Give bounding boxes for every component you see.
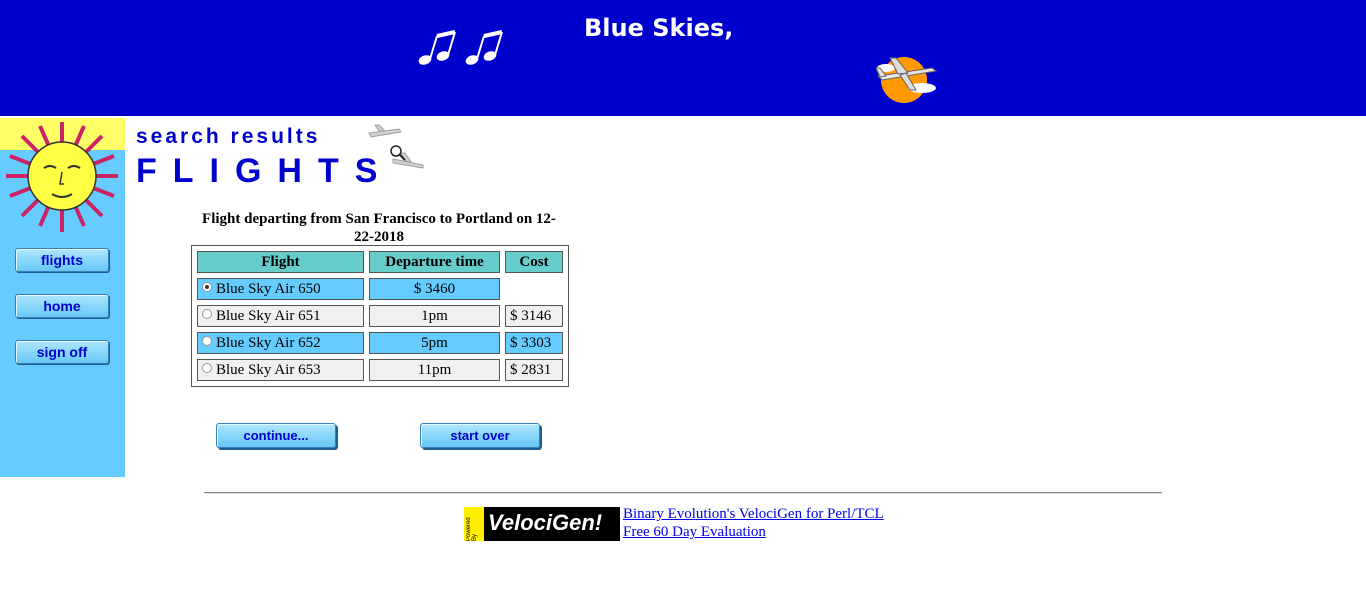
flight-cell[interactable]: Blue Sky Air 652 — [197, 332, 364, 354]
table-header-row: Flight Departure time Cost — [197, 251, 563, 273]
table-row[interactable]: Blue Sky Air 651 1pm $ 3146 — [197, 305, 563, 327]
continue-button[interactable]: continue... — [216, 423, 336, 448]
evaluation-link[interactable]: Free 60 Day Evaluation — [623, 524, 766, 541]
page-subtitle: search results — [136, 125, 321, 148]
flight-cell[interactable]: Blue Sky Air 651 — [197, 305, 364, 327]
top-banner: Blue Skies, — [0, 0, 1366, 116]
banner-title: Blue Skies, — [584, 14, 734, 42]
flight-name: Blue Sky Air 650 — [216, 280, 321, 297]
radio-button[interactable] — [202, 362, 212, 373]
flight-name: Blue Sky Air 653 — [216, 361, 321, 378]
music-notes-icon — [415, 30, 510, 77]
logo-powered-by: Powered By — [466, 517, 478, 541]
home-button[interactable]: home — [15, 294, 109, 318]
flight-cell[interactable]: Blue Sky Air 650 — [197, 278, 364, 300]
flight-name: Blue Sky Air 651 — [216, 307, 321, 324]
column-header-departure: Departure time — [369, 251, 500, 273]
sidebar: flights home sign off — [0, 118, 125, 477]
table-row[interactable]: Blue Sky Air 652 5pm $ 3303 — [197, 332, 563, 354]
column-header-cost: Cost — [505, 251, 563, 273]
cost-cell: $ 3303 — [505, 332, 563, 354]
column-header-flight: Flight — [197, 251, 364, 273]
table-row[interactable]: Blue Sky Air 650 $ 3460 — [197, 278, 563, 300]
departure-cell: 5pm — [369, 332, 500, 354]
velocigen-link[interactable]: Binary Evolution's VelociGen for Perl/TC… — [623, 506, 884, 523]
flight-cell[interactable]: Blue Sky Air 653 — [197, 359, 364, 381]
divider — [204, 492, 1162, 494]
cost-cell: $ 2831 — [505, 359, 563, 381]
radio-button[interactable] — [202, 281, 212, 292]
table-row[interactable]: Blue Sky Air 653 11pm $ 2831 — [197, 359, 563, 381]
cost-cell — [505, 278, 563, 300]
airplane-sun-icon — [870, 50, 942, 111]
logo-brand: VelociGen! — [488, 510, 603, 535]
search-magnifier-icon — [365, 123, 429, 180]
radio-button[interactable] — [202, 335, 212, 346]
departure-cell: 1pm — [369, 305, 500, 327]
departure-cell: $ 3460 — [369, 278, 500, 300]
radio-button[interactable] — [202, 308, 212, 319]
results-caption: Flight departing from San Francisco to P… — [202, 211, 556, 245]
flight-name: Blue Sky Air 652 — [216, 334, 321, 351]
cost-cell: $ 3146 — [505, 305, 563, 327]
velocigen-logo[interactable]: Powered By VelociGen! — [464, 507, 620, 541]
start-over-button[interactable]: start over — [420, 423, 540, 448]
sun-face-icon — [0, 118, 125, 241]
page-title: FLIGHTS — [136, 152, 394, 190]
flights-button[interactable]: flights — [15, 248, 109, 272]
results-table: Flight Departure time Cost Blue Sky Air … — [191, 245, 569, 387]
sign-off-button[interactable]: sign off — [15, 340, 109, 364]
departure-cell: 11pm — [369, 359, 500, 381]
